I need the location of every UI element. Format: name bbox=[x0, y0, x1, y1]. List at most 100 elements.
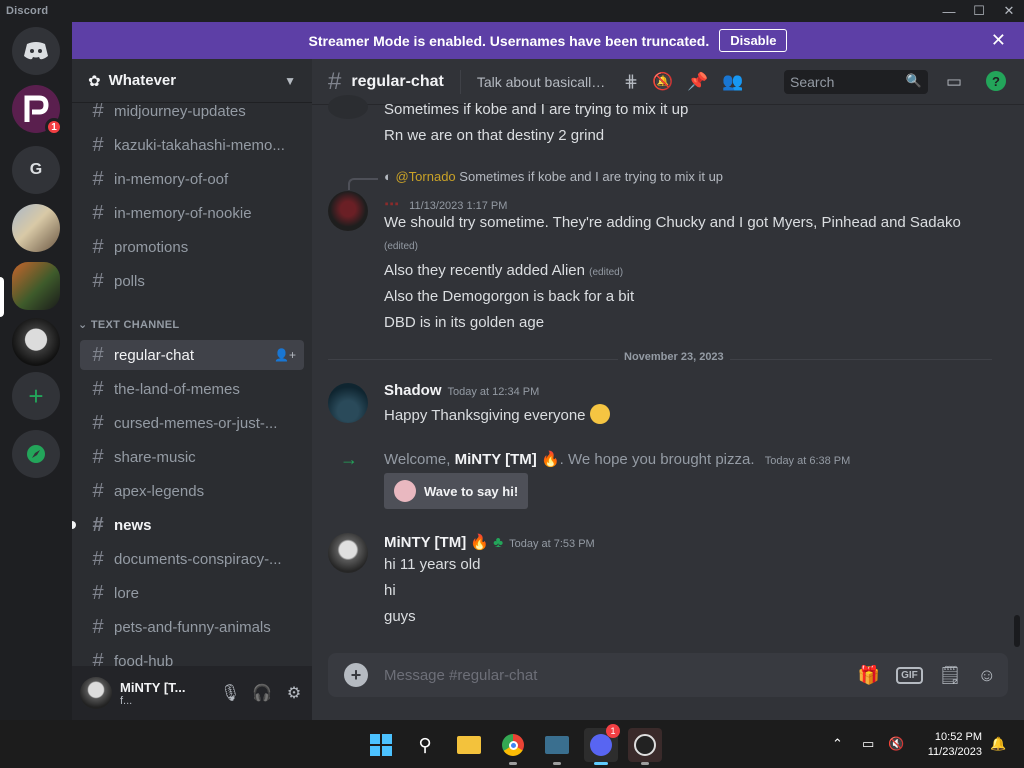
pinned-messages-icon[interactable]: 📌 bbox=[687, 72, 708, 92]
channel-label: in-memory-of-oof bbox=[114, 170, 229, 188]
reply-mention[interactable]: @Tornado bbox=[395, 169, 455, 184]
gear-icon[interactable]: ⚙ bbox=[284, 683, 304, 703]
channel-kazuki[interactable]: # kazuki-takahashi-memo... bbox=[80, 130, 304, 160]
avatar[interactable] bbox=[328, 383, 368, 423]
sticker-icon[interactable]: 🗒 bbox=[939, 665, 962, 686]
inbox-icon[interactable]: ▭ bbox=[946, 72, 962, 92]
user-info[interactable]: MiNTY [T... f... bbox=[120, 680, 210, 707]
file-explorer-icon[interactable] bbox=[452, 728, 486, 762]
channel-in-memory-of-nookie[interactable]: # in-memory-of-nookie bbox=[80, 198, 304, 228]
active-indicator bbox=[594, 762, 608, 765]
explore-servers-button[interactable] bbox=[12, 430, 60, 478]
start-button[interactable] bbox=[364, 728, 398, 762]
mute-bell-icon[interactable]: 🔕 bbox=[652, 72, 673, 92]
gif-button[interactable]: GIF bbox=[896, 666, 923, 684]
server-g[interactable]: G bbox=[12, 146, 60, 194]
close-banner-icon[interactable]: ✕ bbox=[991, 30, 1006, 51]
message-text: Rn we are on that destiny 2 grind bbox=[384, 127, 605, 144]
category-label: TEXT CHANNEL bbox=[90, 319, 180, 331]
channel-label: regular-chat bbox=[114, 346, 195, 364]
wave-button[interactable]: Wave to say hi! bbox=[384, 473, 528, 509]
author-name[interactable]: MiNTY [TM] bbox=[384, 534, 466, 551]
join-username[interactable]: MiNTY [TM] bbox=[455, 451, 537, 468]
server-whatever[interactable] bbox=[12, 262, 60, 310]
message-header: ⋯ 11/13/2023 1:17 PM bbox=[384, 196, 508, 213]
channel-lore[interactable]: # lore bbox=[80, 578, 304, 608]
header-toolbar: ⋕ 🔕 📌 👥 bbox=[624, 72, 744, 92]
message-text: hi bbox=[384, 582, 396, 599]
channel-share-music[interactable]: # share-music bbox=[80, 442, 304, 472]
channel-pets-and-funny-animals[interactable]: # pets-and-funny-animals bbox=[80, 612, 304, 642]
obs-icon[interactable] bbox=[628, 728, 662, 765]
channel-cursed-memes[interactable]: # cursed-memes-or-just-... bbox=[80, 408, 304, 438]
channel-sidebar: ✿ Whatever ▼ # midjourney-updates # kazuki… bbox=[72, 59, 312, 720]
volume-muted-icon[interactable]: 🔇 bbox=[888, 736, 904, 752]
gift-icon[interactable]: 🎁 bbox=[858, 665, 880, 686]
username: MiNTY [T... bbox=[120, 679, 186, 695]
app-title: Discord bbox=[6, 5, 49, 17]
add-server-button[interactable]: + bbox=[12, 372, 60, 420]
channel-promotions[interactable]: # promotions bbox=[80, 232, 304, 262]
message-composer[interactable]: + Message #regular-chat 🎁 GIF 🗒 ☺ bbox=[328, 653, 1008, 697]
channel-the-land-of-memes[interactable]: # the-land-of-memes bbox=[80, 374, 304, 404]
message-text: Also they recently added Alien bbox=[384, 262, 585, 279]
chrome-icon[interactable] bbox=[496, 728, 530, 765]
channel-label: promotions bbox=[114, 238, 189, 256]
member-list-icon[interactable]: 👥 bbox=[722, 72, 743, 92]
system-clock[interactable]: 10:52 PM 11/23/2023 bbox=[918, 730, 982, 760]
maximize-button[interactable]: ☐ bbox=[964, 0, 994, 22]
disable-streamer-mode-button[interactable]: Disable bbox=[719, 29, 788, 52]
minimize-button[interactable]: — bbox=[934, 0, 964, 22]
chat-area: # regular-chat Talk about basically ... … bbox=[312, 59, 1024, 720]
composer-tools: 🎁 GIF 🗒 ☺ bbox=[858, 665, 996, 686]
message-timestamp: Today at 12:34 PM bbox=[447, 386, 540, 398]
notification-badge: 1 bbox=[45, 118, 63, 136]
create-invite-icon[interactable]: 👤+ bbox=[274, 348, 296, 362]
help-icon[interactable]: ? bbox=[986, 71, 1006, 91]
message-input[interactable]: Message #regular-chat bbox=[384, 667, 537, 684]
author-name[interactable]: Shadow bbox=[384, 382, 442, 399]
terminal-app-icon[interactable] bbox=[540, 728, 574, 765]
window-titlebar: Discord — ☐ ✕ bbox=[0, 0, 1024, 22]
channel-label: polls bbox=[114, 272, 145, 290]
chevron-up-icon[interactable]: ⌃ bbox=[832, 736, 843, 752]
server-koala-avatar[interactable] bbox=[12, 318, 60, 366]
category-text-channel[interactable]: ⌄ TEXT CHANNEL bbox=[78, 318, 179, 331]
headphones-icon[interactable]: 🎧 bbox=[252, 683, 272, 703]
avatar[interactable] bbox=[328, 191, 368, 231]
discord-taskbar-icon[interactable]: 1 bbox=[584, 724, 620, 765]
upload-plus-icon[interactable]: + bbox=[344, 663, 368, 687]
message-text: Also they recently added Alien (edited) bbox=[384, 262, 623, 279]
taskbar-search-icon[interactable]: ⚲ bbox=[408, 728, 442, 762]
reply-reference[interactable]: ◐ @Tornado Sometimes if kobe and I are t… bbox=[384, 169, 723, 184]
channel-topic[interactable]: Talk about basically ... bbox=[477, 74, 612, 90]
server-anime-avatar[interactable] bbox=[12, 204, 60, 252]
avatar[interactable] bbox=[328, 95, 368, 119]
home-button[interactable] bbox=[12, 27, 60, 75]
channel-in-memory-of-oof[interactable]: # in-memory-of-oof bbox=[80, 164, 304, 194]
channel-apex-legends[interactable]: # apex-legends bbox=[80, 476, 304, 506]
channel-midjourney-updates[interactable]: # midjourney-updates bbox=[80, 96, 304, 126]
channel-documents-conspiracy[interactable]: # documents-conspiracy-... bbox=[80, 544, 304, 574]
message-text: Happy Thanksgiving everyone bbox=[384, 407, 586, 424]
avatar[interactable] bbox=[328, 533, 368, 573]
network-icon[interactable]: ▭ bbox=[862, 736, 874, 752]
chat-scrollbar[interactable] bbox=[1014, 615, 1020, 647]
avatar[interactable] bbox=[80, 677, 112, 709]
guild-name: Whatever bbox=[108, 72, 177, 89]
server-p[interactable]: 1 bbox=[12, 85, 63, 136]
hash-icon: # bbox=[92, 513, 104, 536]
microphone-icon[interactable]: 🎙 bbox=[220, 683, 240, 703]
close-window-button[interactable]: ✕ bbox=[994, 0, 1024, 22]
date-divider: November 23, 2023 bbox=[328, 351, 992, 363]
search-input[interactable]: Search 🔍 bbox=[784, 70, 928, 94]
notification-bell-icon[interactable]: 🔔 bbox=[990, 736, 1006, 752]
channel-regular-chat[interactable]: # regular-chat 👤+ bbox=[80, 340, 304, 370]
threads-icon[interactable]: ⋕ bbox=[624, 72, 638, 92]
message-text: We should try sometime. They're adding C… bbox=[384, 214, 961, 231]
channel-news[interactable]: # news bbox=[80, 510, 304, 540]
channel-polls[interactable]: # polls bbox=[80, 266, 304, 296]
channel-label: midjourney-updates bbox=[114, 102, 246, 120]
grinning-emoji-icon bbox=[589, 404, 610, 424]
emoji-picker-icon[interactable]: ☺ bbox=[978, 665, 996, 686]
